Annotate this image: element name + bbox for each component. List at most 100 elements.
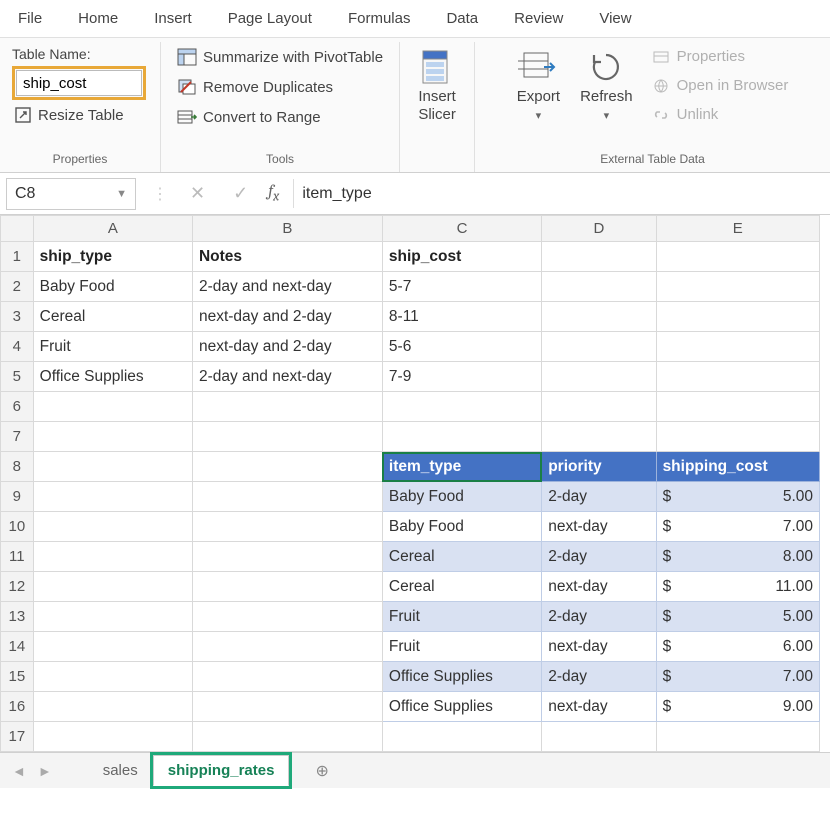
cell[interactable] <box>382 422 541 452</box>
cell[interactable] <box>382 392 541 422</box>
cell[interactable] <box>192 392 382 422</box>
row-header[interactable]: 13 <box>1 602 34 632</box>
cell[interactable]: shipping_cost <box>656 452 819 482</box>
cell[interactable] <box>656 722 819 752</box>
row-header[interactable]: 12 <box>1 572 34 602</box>
cell[interactable]: ship_type <box>33 242 192 272</box>
row-header[interactable]: 9 <box>1 482 34 512</box>
cell[interactable]: $6.00 <box>656 632 819 662</box>
cell[interactable]: 2-day <box>542 542 656 572</box>
formula-input[interactable]: item_type <box>294 185 830 203</box>
cell[interactable] <box>542 722 656 752</box>
cell[interactable]: next-day <box>542 512 656 542</box>
row-header[interactable]: 17 <box>1 722 34 752</box>
menu-review[interactable]: Review <box>496 6 581 31</box>
cell[interactable] <box>33 512 192 542</box>
table-name-input[interactable] <box>16 70 142 96</box>
menu-file[interactable]: File <box>0 6 60 31</box>
chevron-down-icon[interactable]: ▼ <box>116 188 127 200</box>
insert-slicer-button[interactable]: Insert Slicer <box>408 44 466 124</box>
tab-nav-next[interactable]: ► <box>32 761 58 781</box>
refresh-button[interactable]: Refresh ▾ <box>572 44 641 124</box>
cell[interactable]: 5-6 <box>382 332 541 362</box>
spreadsheet-grid[interactable]: A B C D E 1 ship_type Notes ship_cost 2 … <box>0 215 830 752</box>
cell[interactable] <box>656 392 819 422</box>
cancel-formula-button[interactable]: ✕ <box>176 183 219 204</box>
row-header[interactable]: 5 <box>1 362 34 392</box>
cell[interactable] <box>33 722 192 752</box>
cell[interactable]: 2-day <box>542 602 656 632</box>
cell[interactable] <box>33 602 192 632</box>
cell[interactable] <box>542 272 656 302</box>
cell[interactable] <box>192 422 382 452</box>
cell[interactable]: priority <box>542 452 656 482</box>
cell[interactable]: 7-9 <box>382 362 541 392</box>
row-header[interactable]: 16 <box>1 692 34 722</box>
cell[interactable]: next-day <box>542 572 656 602</box>
cell[interactable]: $7.00 <box>656 662 819 692</box>
sheet-tab-sales[interactable]: sales <box>88 755 153 786</box>
col-header-C[interactable]: C <box>382 216 541 242</box>
cell[interactable]: 2-day <box>542 482 656 512</box>
menu-home[interactable]: Home <box>60 6 136 31</box>
cell[interactable] <box>192 602 382 632</box>
cell[interactable] <box>33 422 192 452</box>
remove-duplicates-button[interactable]: Remove Duplicates <box>175 76 385 98</box>
cell[interactable]: next-day <box>542 632 656 662</box>
menu-pagelayout[interactable]: Page Layout <box>210 6 330 31</box>
cell[interactable] <box>33 692 192 722</box>
cell[interactable] <box>33 482 192 512</box>
cell[interactable] <box>656 272 819 302</box>
col-header-B[interactable]: B <box>192 216 382 242</box>
sheet-tab-shipping-rates[interactable]: shipping_rates <box>153 755 290 786</box>
cell[interactable] <box>33 632 192 662</box>
cell[interactable]: $11.00 <box>656 572 819 602</box>
cell[interactable]: Cereal <box>382 542 541 572</box>
cell[interactable]: next-day and 2-day <box>192 332 382 362</box>
row-header[interactable]: 3 <box>1 302 34 332</box>
cell[interactable]: Fruit <box>33 332 192 362</box>
cell[interactable]: $7.00 <box>656 512 819 542</box>
cell[interactable] <box>192 692 382 722</box>
row-header[interactable]: 4 <box>1 332 34 362</box>
col-header-D[interactable]: D <box>542 216 656 242</box>
cell-selected[interactable]: item_type <box>382 452 541 482</box>
cell[interactable] <box>33 572 192 602</box>
col-header-E[interactable]: E <box>656 216 819 242</box>
cell[interactable] <box>542 332 656 362</box>
cell[interactable] <box>656 422 819 452</box>
cell[interactable]: $5.00 <box>656 602 819 632</box>
cell[interactable] <box>542 362 656 392</box>
cell[interactable]: Fruit <box>382 602 541 632</box>
cell[interactable] <box>192 482 382 512</box>
name-box[interactable]: C8 ▼ <box>6 178 136 210</box>
cell[interactable] <box>192 632 382 662</box>
cell[interactable] <box>33 392 192 422</box>
export-button[interactable]: Export ▾ <box>509 44 568 124</box>
row-header[interactable]: 14 <box>1 632 34 662</box>
row-header[interactable]: 11 <box>1 542 34 572</box>
cell[interactable]: Baby Food <box>382 512 541 542</box>
cell[interactable] <box>382 722 541 752</box>
cell[interactable]: Baby Food <box>33 272 192 302</box>
cell[interactable]: Cereal <box>382 572 541 602</box>
cell[interactable] <box>33 662 192 692</box>
menu-view[interactable]: View <box>581 6 649 31</box>
accept-formula-button[interactable]: ✓ <box>219 183 262 204</box>
cell[interactable] <box>542 422 656 452</box>
menu-data[interactable]: Data <box>428 6 496 31</box>
cell[interactable] <box>656 242 819 272</box>
cell[interactable] <box>542 392 656 422</box>
cell[interactable] <box>192 722 382 752</box>
cell[interactable] <box>542 242 656 272</box>
cell[interactable]: $5.00 <box>656 482 819 512</box>
cell[interactable]: $9.00 <box>656 692 819 722</box>
fx-icon[interactable]: fx <box>262 182 293 204</box>
resize-table-button[interactable]: Resize Table <box>12 104 146 126</box>
cell[interactable]: $8.00 <box>656 542 819 572</box>
row-header[interactable]: 2 <box>1 272 34 302</box>
select-all-corner[interactable] <box>1 216 34 242</box>
cell[interactable]: Notes <box>192 242 382 272</box>
row-header[interactable]: 15 <box>1 662 34 692</box>
summarize-pivot-button[interactable]: Summarize with PivotTable <box>175 46 385 68</box>
